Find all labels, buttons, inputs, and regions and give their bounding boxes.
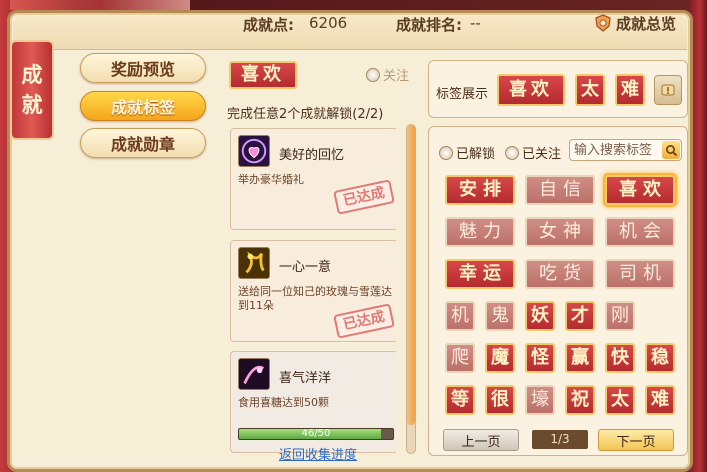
tag-button[interactable]: 稳 [645,343,675,373]
achievement-card[interactable]: 美好的回忆 举办豪华婚礼 已达成 [230,128,396,230]
tag-button[interactable]: 怪 [525,343,555,373]
achievement-name: 美好的回忆 [279,148,345,163]
achievement-card[interactable]: 喜气洋洋 食用喜糖达到50颗 46/50 [230,351,396,453]
exclamation-scroll-icon [661,84,675,96]
tag-button[interactable]: 安排 [445,175,515,205]
back-to-collection-link[interactable]: 返回收集进度 [279,444,357,463]
candy-icon [238,358,270,390]
next-page-button[interactable]: 下一页 [598,429,674,451]
ring-heart-icon [238,135,270,167]
followed-radio-icon[interactable] [505,145,519,160]
tag-button[interactable]: 妖 [525,301,555,331]
tag-button[interactable]: 赢 [565,343,595,373]
prev-page-button[interactable]: 上一页 [443,429,519,451]
tag-button[interactable]: 爬 [445,343,475,373]
achievement-points-label: 成就点: [243,16,294,34]
page-title-ribbon: 成 就 [12,42,52,138]
tag-button[interactable]: 很 [485,385,515,415]
tag-detail-panel: 喜欢 关注 完成任意2个成就解锁(2/2) 美好的回忆 举办豪华婚礼 已达成 一… [218,52,424,456]
filter-followed[interactable]: 已关注 [505,143,561,162]
tag-button[interactable]: 壕 [525,385,555,415]
tag-button[interactable]: 刚 [605,301,635,331]
achievement-card[interactable]: 一心一意 送给同一位知己的玫瑰与雪莲达到11朵 已达成 [230,240,396,342]
tag-button[interactable]: 祝 [565,385,595,415]
unlocked-radio-icon[interactable] [439,145,453,160]
tag-button[interactable]: 魔 [485,343,515,373]
filter-unlocked-label: 已解锁 [456,147,496,162]
tag-button[interactable]: 太 [605,385,635,415]
shield-emblem-icon [595,14,611,32]
achievement-list: 美好的回忆 举办豪华婚礼 已达成 一心一意 送给同一位知己的玫瑰与雪莲达到11朵… [224,120,396,458]
selected-tag: 喜欢 [229,61,297,89]
tag-button[interactable]: 司机 [605,259,675,289]
tag-button[interactable]: 自信 [525,175,595,205]
achievement-rank-value: -- [470,14,481,32]
nav-achievement-medals[interactable]: 成就勋章 [80,128,206,158]
tag-button[interactable]: 机智 [445,301,475,352]
achievement-progress-bar: 46/50 [238,428,394,440]
tag-display-box: 标签展示 喜欢 太 难 [428,60,688,118]
tag-button[interactable]: 快 [605,343,635,373]
search-button[interactable] [662,141,680,159]
page-title-char: 成 [21,62,43,87]
tag-button[interactable]: 女神 [525,217,595,247]
progress-text: 46/50 [301,428,331,439]
tag-button[interactable]: 等 [445,385,475,415]
header-bar [13,16,687,50]
filter-followed-label: 已关注 [522,147,562,162]
tag-button[interactable]: 吃货 [525,259,595,289]
scrollbar-thumb[interactable] [407,125,415,425]
tag-info-button[interactable] [654,75,682,105]
achievement-name: 喜气洋洋 [279,371,332,386]
tag-display-label: 标签展示 [436,87,489,102]
achievement-description: 食用喜糖达到50颗 [238,396,329,409]
search-icon [665,144,677,156]
tag-button[interactable]: 幸运 [445,259,515,289]
tag-pool-box: 已解锁 已关注 安排自信喜欢魅力女神机会幸运吃货司机机智鬼妖才刚爬魔怪赢快稳等很… [428,126,688,456]
filter-unlocked[interactable]: 已解锁 [439,143,495,162]
tag-button[interactable]: 难 [645,385,675,415]
nav-achievement-tags[interactable]: 成就标签 [80,91,206,121]
follow-radio-icon[interactable] [366,67,380,82]
achievement-overview-button[interactable]: 成就总览 [593,12,676,34]
tag-search-box [569,139,682,161]
achievement-name: 一心一意 [279,260,332,275]
achievement-scrollbar[interactable] [406,124,416,454]
nav-reward-preview[interactable]: 奖励预览 [80,53,206,83]
flower-bouquet-icon [238,247,270,279]
page-title-char: 就 [21,92,43,117]
page-indicator: 1/3 [532,430,588,449]
tag-button[interactable]: 机会 [605,217,675,247]
overview-label: 成就总览 [616,14,677,33]
displayed-tag[interactable]: 难 [615,74,645,106]
achievement-points-value: 6206 [309,14,348,32]
tag-button[interactable]: 才 [565,301,595,331]
displayed-tag[interactable]: 喜欢 [497,74,565,106]
tag-button[interactable]: 鬼 [485,301,515,331]
achievement-rank-label: 成就排名: [396,16,462,34]
tag-button[interactable]: 喜欢 [605,175,675,205]
displayed-tag[interactable]: 太 [575,74,605,106]
follow-label: 关注 [383,69,410,84]
background-decoration [10,0,190,10]
tag-search-input[interactable] [574,141,660,159]
tag-button[interactable]: 魅力 [445,217,515,247]
follow-toggle[interactable]: 关注 [366,65,409,84]
